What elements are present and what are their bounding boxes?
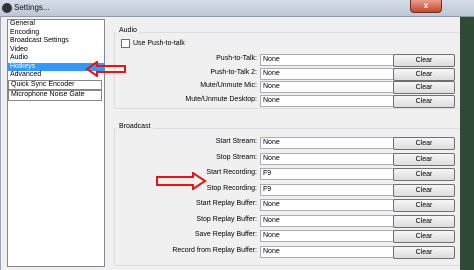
hotkey-label: Push-to-Talk 2:	[210, 68, 257, 76]
app-icon	[2, 3, 12, 13]
clear-button[interactable]: Clear	[393, 168, 455, 181]
hotkey-row: Push-to-Talk: None Clear	[115, 54, 461, 67]
clear-button[interactable]: Clear	[393, 94, 455, 108]
clear-button[interactable]: Clear	[393, 199, 455, 212]
close-button[interactable]: x	[410, 0, 442, 13]
arrow-icon	[156, 172, 207, 190]
hotkey-row: Start Stream: None Clear	[115, 137, 461, 150]
hotkey-field[interactable]: None	[260, 214, 394, 227]
sidebar-item-video[interactable]: Video	[8, 46, 104, 55]
hotkey-row: Start Replay Buffer: None Clear	[115, 199, 461, 212]
hotkey-label: Mute/Unmute Desktop:	[185, 95, 257, 103]
hotkey-row: Mute/Unmute Desktop: None Clear	[115, 94, 461, 108]
hotkey-field[interactable]: None	[260, 54, 394, 66]
hotkey-row: Save Replay Buffer: None Clear	[115, 230, 461, 243]
sidebar-item-broadcast-settings[interactable]: Broadcast Settings	[8, 37, 104, 46]
audio-group: Audio Use Push-to-talk Push-to-Talk: None…	[114, 27, 462, 109]
hotkey-field[interactable]: None	[260, 137, 394, 149]
hotkey-field[interactable]: None	[260, 67, 394, 80]
clear-button[interactable]: Clear	[393, 81, 455, 94]
clear-button[interactable]: Clear	[393, 152, 455, 166]
push-to-talk-checkbox-label: Use Push-to-talk	[133, 40, 185, 47]
hotkey-field[interactable]: F9	[260, 183, 394, 196]
settings-client-area: General Encoding Broadcast Settings Video Au…	[0, 17, 474, 270]
clear-button[interactable]: Clear	[393, 230, 455, 243]
clear-button[interactable]: Clear	[393, 183, 455, 197]
clear-button[interactable]: Clear	[393, 67, 455, 81]
hotkey-label: Save Replay Buffer:	[194, 231, 257, 238]
hotkey-row: Stop Replay Buffer: None Clear	[115, 214, 461, 228]
clear-button[interactable]: Clear	[393, 214, 455, 228]
hotkey-row: Record from Replay Buffer: None Clear	[115, 245, 461, 259]
hotkey-row: Push-to-Talk 2: None Clear	[115, 67, 461, 81]
sidebar-item-quick-sync-encoder[interactable]: Quick Sync Encoder	[8, 79, 102, 90]
hotkey-field[interactable]: None	[260, 81, 394, 93]
category-list[interactable]: General Encoding Broadcast Settings Video Au…	[7, 19, 105, 267]
broadcast-group-label: Broadcast	[117, 123, 153, 130]
push-to-talk-option[interactable]: Use Push-to-talk	[121, 39, 185, 48]
hotkey-field[interactable]: None	[260, 94, 394, 107]
title-bar: Settings... x	[0, 0, 474, 17]
hotkey-field[interactable]: None	[260, 199, 394, 211]
hotkey-label: Record from Replay Buffer:	[172, 246, 257, 254]
arrow-icon	[85, 61, 126, 77]
sidebar-item-general[interactable]: General	[8, 20, 104, 29]
hotkey-row: Mute/Unmute Mic: None Clear	[115, 81, 461, 94]
hotkey-field[interactable]: F9	[260, 168, 394, 180]
window-edge	[460, 17, 474, 270]
hotkey-field[interactable]: None	[260, 245, 394, 258]
clear-button[interactable]: Clear	[393, 54, 455, 67]
sidebar-item-encoding[interactable]: Encoding	[8, 29, 104, 38]
clear-button[interactable]: Clear	[393, 245, 455, 259]
sidebar-item-microphone-noise-gate[interactable]: Microphone Noise Gate	[8, 90, 102, 101]
broadcast-group: Broadcast Start Stream: None Clear Stop Str…	[114, 123, 462, 266]
hotkey-label: Mute/Unmute Mic:	[200, 82, 257, 89]
hotkey-field[interactable]: None	[260, 230, 394, 242]
clear-button[interactable]: Clear	[393, 137, 455, 150]
hotkey-label: Stop Stream:	[216, 153, 257, 161]
hotkey-row: Stop Stream: None Clear	[115, 152, 461, 166]
hotkey-label: Start Replay Buffer:	[196, 200, 257, 207]
audio-group-label: Audio	[117, 27, 139, 34]
hotkey-label: Start Stream:	[215, 138, 257, 145]
push-to-talk-checkbox[interactable]	[121, 39, 130, 48]
hotkey-label: Push-to-Talk:	[216, 55, 257, 62]
hotkey-label: Stop Replay Buffer:	[196, 215, 257, 223]
hotkey-field[interactable]: None	[260, 152, 394, 165]
window-title: Settings...	[14, 3, 50, 12]
